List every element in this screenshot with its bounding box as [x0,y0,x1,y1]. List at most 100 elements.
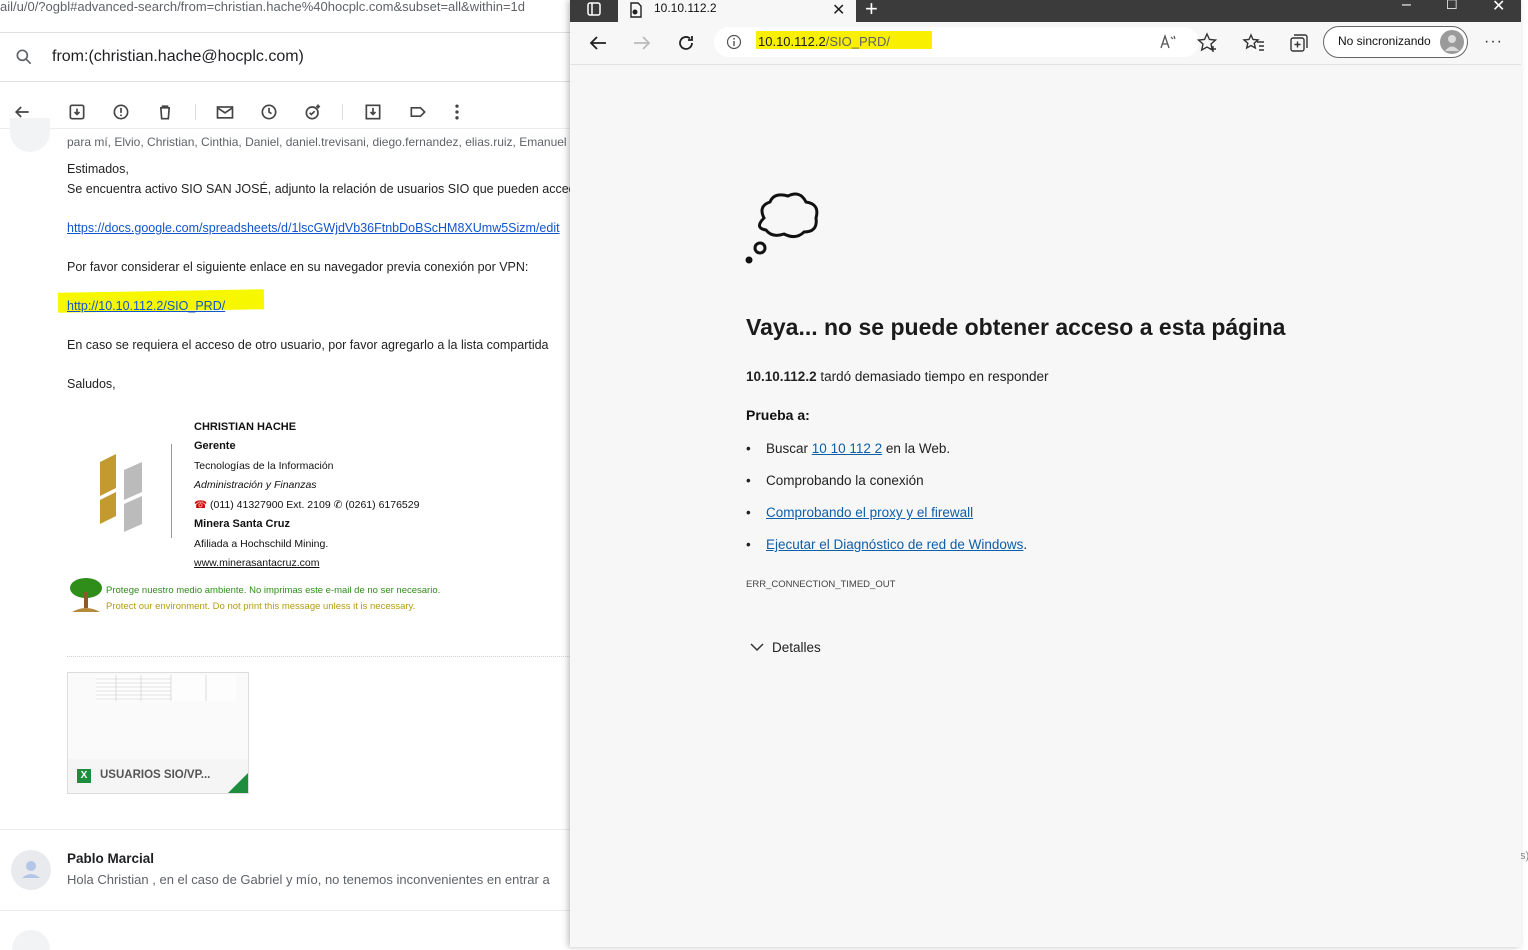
sender-avatar[interactable] [10,118,50,152]
minimize-icon[interactable]: – [1402,0,1411,14]
vpn-link[interactable]: http://10.10.112.2/SIO_PRD/ [67,299,225,313]
suggestion-proxy-firewall: • Comprobando el proxy y el firewall [746,505,973,520]
error-title: Vaya... no se puede obtener acceso a est… [746,314,1286,340]
info-icon[interactable] [726,34,742,50]
delete-icon[interactable] [155,102,175,122]
url-host: 10.10.112.2 [758,34,826,49]
phone-icon: ☎ [194,499,208,511]
more-options-icon[interactable] [447,102,467,122]
details-toggle[interactable]: Detalles [750,640,821,655]
search-web-link[interactable]: 10 10 112 2 [812,441,882,456]
message-toolbar [0,96,572,128]
attachments-divider [67,656,572,657]
search-input[interactable]: from:(christian.hache@hocplc.com) [52,48,304,66]
avatar[interactable] [12,930,50,950]
close-tab-icon[interactable]: ✕ [832,0,845,20]
suggestion-suffix: . [1023,537,1028,552]
signature-divider [171,444,172,538]
next-message-snippet[interactable]: Hola Christian , en el caso de Gabriel y… [67,872,550,887]
network-diagnostics-link[interactable]: Ejecutar el Diagnóstico de red de Window… [766,537,1023,552]
suggestions-heading: Prueba a: [746,407,810,423]
spreadsheet-thumbnail [96,675,236,701]
suggestion-check-connection: • Comprobando la conexión [746,473,924,488]
snooze-icon[interactable] [259,102,279,122]
excel-file-icon: X [77,769,91,783]
move-to-icon[interactable] [363,102,383,122]
page-document-icon [630,2,642,18]
error-host: 10.10.112.2 [746,369,817,384]
add-favorite-icon[interactable] [1196,31,1220,55]
bullet-icon: • [746,505,751,520]
close-window-icon[interactable]: ✕ [1492,0,1505,16]
signature-website[interactable]: www.minerasantacruz.com [194,557,319,569]
suggestion-text: Comprobando la conexión [766,473,924,488]
signature-phones-row: ☎ (011) 41327900 Ext. 2109 ✆ (0261) 6176… [194,499,419,511]
suggestion-suffix: en la Web. [885,441,951,456]
favorites-icon[interactable] [1242,31,1266,55]
signature-affiliation: Afiliada a Hochschild Mining. [194,538,329,550]
browser-toolbar: 10.10.112.2/SIO_PRD/ No sincronizando ··… [570,22,1521,65]
message-divider [0,910,572,911]
url-text[interactable]: 10.10.112.2/SIO_PRD/ [758,34,890,49]
spreadsheet-link[interactable]: https://docs.google.com/spreadsheets/d/1… [67,221,560,235]
toolbar-divider [195,104,196,120]
toolbar-divider [342,104,343,120]
refresh-icon[interactable] [674,31,698,55]
details-label[interactable]: Detalles [772,640,821,655]
bullet-icon: • [746,473,751,488]
add-task-icon[interactable] [303,102,323,122]
report-spam-icon[interactable] [111,102,131,122]
tab-actions-icon[interactable] [586,1,602,17]
profile-avatar-icon[interactable] [1440,30,1464,54]
proxy-firewall-link[interactable]: Comprobando el proxy y el firewall [766,505,973,520]
profile-label[interactable]: No sincronizando [1338,34,1431,48]
tab-strip: 10.10.112.2 ✕ + – ☐ ✕ [570,0,1521,22]
attachment-footer[interactable]: X USUARIOS SIO/VP... [68,759,248,793]
attachment-preview[interactable] [68,673,248,760]
toolbar-bottom-border [0,128,572,129]
chevron-down-icon[interactable] [750,642,764,652]
tab-active[interactable]: 10.10.112.2 ✕ [618,0,856,22]
signature-role: Gerente [194,440,236,452]
read-aloud-icon[interactable] [1160,34,1178,50]
error-code: ERR_CONNECTION_TIMED_OUT [746,579,896,590]
collections-icon[interactable] [1286,31,1310,55]
body-line3: En caso se requiera el acceso de otro us… [67,338,549,352]
recipient-list[interactable]: para mí, Elvio, Christian, Cinthia, Dani… [67,135,567,149]
search-icon[interactable] [14,47,34,67]
forward-arrow-icon[interactable] [630,31,654,55]
new-tab-icon[interactable]: + [865,0,878,22]
company-logo [100,454,142,532]
body-greeting: Estimados, [67,162,129,176]
eco-note-es: Protege nuestro medio ambiente. No impri… [106,585,441,596]
profile-button[interactable]: No sincronizando [1323,26,1468,58]
edge-browser-window: 10.10.112.2 ✕ + – ☐ ✕ 10.10.112.2/SIO_PR… [570,0,1521,947]
error-description: 10.10.112.2 tardó demasiado tiempo en re… [746,369,1049,384]
address-bar[interactable]: 10.10.112.2/SIO_PRD/ [714,27,1199,57]
archive-icon[interactable] [67,102,87,122]
next-message-sender[interactable]: Pablo Marcial [67,851,154,866]
url-path: /SIO_PRD/ [825,34,891,49]
suggestion-diagnostics: • Ejecutar el Diagnóstico de red de Windo… [746,537,1027,552]
attachment-card[interactable]: X USUARIOS SIO/VP... [67,672,249,794]
avatar[interactable] [11,850,51,890]
search-bar[interactable]: from:(christian.hache@hocplc.com) [0,32,572,82]
gmail-url-fragment: ail/u/0/?ogbl#advanced-search/from=chris… [0,0,526,14]
signature-company: Minera Santa Cruz [194,518,290,530]
sheets-corner-icon [228,773,248,793]
settings-menu-icon[interactable]: ··· [1484,33,1503,51]
signature-phones: (011) 41327900 Ext. 2109 ✆ (0261) 617652… [210,499,420,511]
signature-area: Administración y Finanzas [194,479,317,491]
tab-title[interactable]: 10.10.112.2 [654,1,717,15]
body-closing: Saludos, [67,377,116,391]
right-edge-text: s) [1520,850,1528,862]
suggestion-search: • Buscar 10 10 112 2 en la Web. [746,441,950,456]
label-icon[interactable] [408,102,428,122]
mark-unread-icon[interactable] [215,102,235,122]
bullet-icon: • [746,537,751,552]
back-arrow-icon[interactable] [586,31,610,55]
maximize-icon[interactable]: ☐ [1446,0,1458,13]
message-divider [0,829,572,830]
attachment-name[interactable]: USUARIOS SIO/VP... [100,769,210,781]
eco-note-en: Protect our environment. Do not print th… [106,601,416,612]
